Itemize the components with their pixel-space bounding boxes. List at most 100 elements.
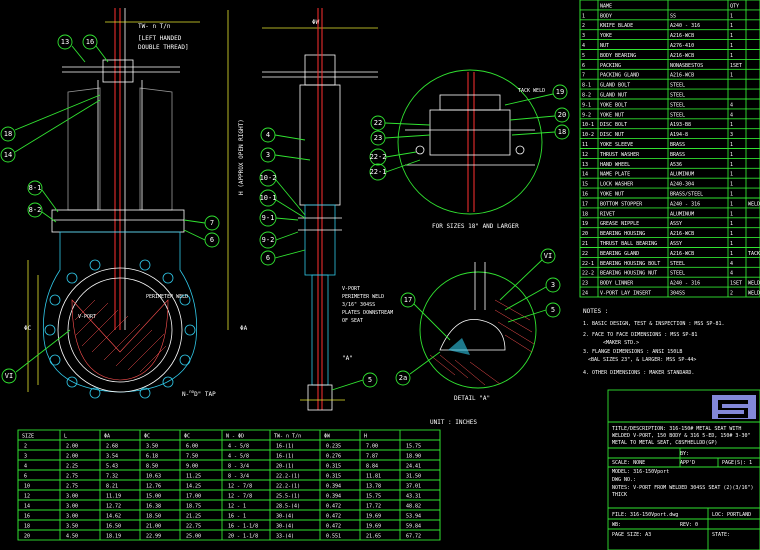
bom-cell: 1 bbox=[730, 152, 733, 158]
bom-row: 22-1 BEARING HOUSING BOLT STEEL 4 bbox=[582, 261, 733, 267]
dim-cell: 5.43 bbox=[106, 464, 118, 470]
bom-cell: WELD bbox=[748, 281, 760, 287]
bom-cell: 4 bbox=[730, 271, 733, 277]
bom-cell: A216-WCB bbox=[670, 53, 694, 59]
bom-cell: PACKING bbox=[600, 63, 621, 69]
dim-cell: 12 bbox=[24, 494, 30, 500]
bom-cell: 1 bbox=[730, 142, 733, 148]
dim-row: 18 3.50 16.50 21.00 22.75 16 - 1-1/8 30-(4) 0.4… bbox=[24, 524, 421, 530]
tb-appd: APP'D bbox=[680, 460, 695, 466]
dim-header-cell: ΦC bbox=[144, 434, 150, 440]
dim-cell: 0.315 bbox=[326, 464, 341, 470]
dim-cell: 7.87 bbox=[366, 454, 378, 460]
callout-10-2: 10-2 bbox=[259, 169, 306, 216]
bom-row: 17 BOTTOM STOPPER A240 - 316 1 WELD bbox=[582, 201, 760, 207]
detail-top-caption: FOR SIZES 18" AND LARGER bbox=[432, 223, 519, 230]
bom-row: 9-1 YOKE BOLT STEEL 4 bbox=[582, 102, 733, 108]
dim-cell: 24.41 bbox=[406, 464, 421, 470]
bom-cell: 14 bbox=[582, 172, 588, 178]
callout-4: 4 bbox=[260, 127, 306, 143]
bom-cell: 23 bbox=[582, 281, 588, 287]
dim-cell: 16 - 1-1/8 bbox=[228, 524, 258, 530]
dim-cell: 3.50 bbox=[146, 444, 158, 450]
bom-cell: BODY bbox=[600, 13, 612, 19]
callout-9-2: 9-2 bbox=[259, 231, 299, 249]
svg-text:9-2: 9-2 bbox=[262, 236, 275, 244]
stem-note: TW- n T/n bbox=[138, 23, 171, 30]
dim-cell: 4.50 bbox=[66, 534, 78, 540]
svg-text:6: 6 bbox=[210, 236, 214, 244]
bom-row: 4 NUT A276-410 1 bbox=[582, 43, 733, 49]
side-yoke bbox=[299, 84, 341, 206]
dim-cell: 22.2-(1) bbox=[276, 484, 300, 490]
bom-row: 11 YOKE SLEEVE BRASS 1 bbox=[582, 142, 733, 148]
dim-cell: 0.315 bbox=[326, 474, 341, 480]
bom-cell: 13 bbox=[582, 162, 588, 168]
dim-cell: 8 - 3/4 bbox=[228, 474, 249, 480]
dim-cell: 0.551 bbox=[326, 534, 341, 540]
dim-cell: 16 - 1 bbox=[228, 514, 246, 520]
dim-cell: 4 - 5/8 bbox=[228, 454, 249, 460]
bom-cell: 4 bbox=[730, 112, 733, 118]
bom-cell: BODY LINNER bbox=[600, 281, 634, 287]
bom-cell: 4 bbox=[730, 261, 733, 267]
dim-cell: 7.50 bbox=[186, 454, 198, 460]
bom-row: 6 PACKING NONASBESTOS 1SET bbox=[582, 63, 742, 69]
tb-file: FILE: 316-150Vport.dwg bbox=[612, 512, 678, 518]
bom-cell: ASSY bbox=[670, 221, 682, 227]
note-2: 2. FACE TO FACE DIMENSIONS : MSS SP-81 bbox=[583, 332, 697, 338]
dim-cell: 9.00 bbox=[186, 464, 198, 470]
dim-cell: 14.25 bbox=[186, 484, 201, 490]
tb-by: BY: bbox=[680, 451, 689, 457]
tb-state: STATE: bbox=[712, 532, 730, 538]
bom-cell: ASSY bbox=[670, 241, 682, 247]
bom-cell: BEARING HOUSING NUT bbox=[600, 271, 657, 277]
bom-cell: 1 bbox=[582, 13, 585, 19]
dim-cell: 12.72 bbox=[106, 504, 121, 510]
bom-cell: 22-1 bbox=[582, 261, 594, 267]
dim-header-cell: L bbox=[64, 434, 67, 440]
dim-cell: 21.65 bbox=[366, 534, 381, 540]
bom-row: 12 THRUST WASHER BRASS 1 bbox=[582, 152, 733, 158]
side-body bbox=[311, 274, 329, 386]
svg-text:3: 3 bbox=[266, 151, 270, 159]
svg-text:17: 17 bbox=[404, 296, 412, 304]
svg-text:3: 3 bbox=[551, 281, 555, 289]
dim-cell: 22.99 bbox=[146, 534, 161, 540]
bom-header: NAME QTY bbox=[600, 3, 739, 9]
thread-note-2: DOUBLE THREAD] bbox=[138, 44, 189, 51]
bom-row: 14 NAME PLATE ALUMINUM 1 bbox=[582, 172, 733, 178]
bom-cell: BEARING HOUSING BOLT bbox=[600, 261, 660, 267]
dim-cell: 25.00 bbox=[186, 534, 201, 540]
dim-cell: 0.394 bbox=[326, 484, 341, 490]
bom-cell: 10-2 bbox=[582, 132, 594, 138]
bom-cell: A240-304 bbox=[670, 182, 694, 188]
dim-cell: 2.00 bbox=[66, 454, 78, 460]
dim-cell: 11.19 bbox=[106, 494, 121, 500]
bom-cell: A216-WCB bbox=[670, 251, 694, 257]
thread-note-1: [LEFT HANDED bbox=[138, 35, 182, 42]
bom-cell: WELD bbox=[748, 201, 760, 207]
callout-16: 16 bbox=[82, 34, 109, 63]
bom-cell: 3 bbox=[730, 132, 733, 138]
title-block: TITLE/DESCRIPTION: 316-150# METAL SEAT W… bbox=[607, 389, 760, 550]
svg-text:22-2: 22-2 bbox=[370, 153, 387, 161]
bom-row: 5 BODY BEARING A216-WCB 1 bbox=[582, 53, 733, 59]
note-3: 3. FLANGE DIMENSIONS : ANSI 150LB bbox=[583, 349, 682, 355]
dim-cell: 4 - 5/8 bbox=[228, 444, 249, 450]
dim-cell: 8.50 bbox=[146, 464, 158, 470]
dim-cell: 25.5-(1) bbox=[276, 494, 300, 500]
bom-cell: A240 - 316 bbox=[670, 23, 700, 29]
bom-cell: SS bbox=[670, 13, 676, 19]
callout-17: 17 bbox=[400, 292, 451, 341]
bom-cell: 16 bbox=[582, 192, 588, 198]
dim-cell: 6 bbox=[24, 474, 27, 480]
side-view: ΦW V-PORT PERIMETER WELD 3/16" 304SS PLA… bbox=[259, 8, 393, 411]
detail-a-caption: DETAIL "A" bbox=[454, 395, 490, 402]
bom-cell: NONASBESTOS bbox=[670, 63, 703, 69]
tb-loc: LOC: PORTLAND bbox=[712, 512, 751, 518]
dim-header-cell: ΦC bbox=[184, 434, 190, 440]
dim-cell: 11.81 bbox=[366, 474, 381, 480]
bom-cell: 1 bbox=[730, 122, 733, 128]
dim-cell: 11.25 bbox=[186, 474, 201, 480]
